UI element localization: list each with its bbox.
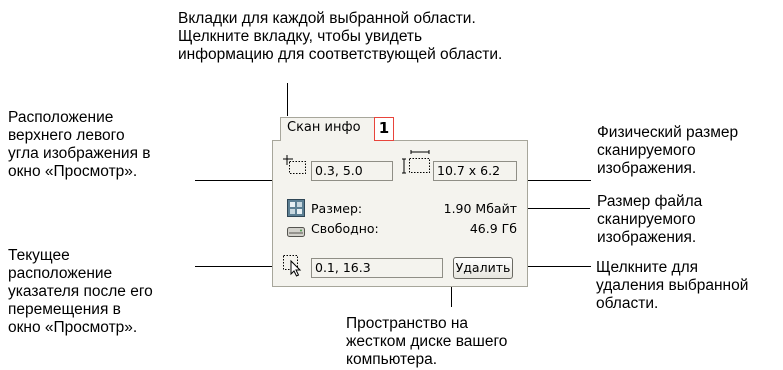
scan-info-panel: Скан инфо 1 0.3, 5.0 10.7 x 6.2 Размер: … [272, 117, 528, 287]
callout-line: Текущее [8, 247, 70, 264]
callout-size: Физический размер сканируемого изображен… [597, 124, 738, 178]
position-field: 0.3, 5.0 [311, 161, 393, 181]
pointer-field: 0.1, 16.3 [311, 258, 443, 278]
callout-line: сканируемого [597, 142, 696, 159]
free-space-amount: 46.9 Гб [469, 221, 517, 236]
size-value: 10.7 x 6.2 [437, 163, 501, 178]
callout-disk: Пространство на жестком диске вашего ком… [346, 315, 507, 369]
file-size-icon [287, 199, 305, 221]
callout-line: компьютера. [346, 351, 438, 368]
callout-pointer: Текущее расположение указателя после его… [8, 247, 153, 337]
callout-line: изображения. [597, 229, 697, 246]
connector-size [524, 180, 591, 181]
callout-line: перемещения в [8, 301, 121, 318]
callout-tabs: Вкладки для каждой выбранной области. Ще… [178, 10, 502, 64]
tab-scan-info[interactable]: Скан инфо [280, 117, 375, 141]
delete-button-label: Удалить [455, 260, 511, 275]
size-field: 10.7 x 6.2 [433, 161, 517, 181]
connector-filesize [522, 208, 590, 209]
callout-line: информацию для соответствующей области. [178, 46, 503, 63]
pointer-value: 0.1, 16.3 [315, 260, 371, 275]
callout-delete: Щелкните для удаления выбранной области. [596, 259, 748, 313]
callout-line: удаления выбранной [596, 277, 749, 294]
connector-pointer [195, 266, 275, 267]
callout-line: Щелкните для [596, 259, 699, 276]
free-space-label: Свободно: [311, 221, 379, 236]
callout-line: Вкладки для каждой выбранной области. [178, 10, 476, 27]
callout-line: расположение [8, 265, 113, 282]
file-size-label: Размер: [311, 201, 363, 216]
dimensions-icon [401, 149, 433, 179]
connector-tabs [287, 83, 288, 116]
callout-line: угла изображения в [8, 145, 151, 162]
pointer-position-icon [283, 255, 305, 281]
callout-line: указателя после его [8, 283, 153, 300]
callout-line: Физический размер [597, 124, 739, 141]
callout-line: изображения. [597, 160, 697, 177]
callout-line: верхнего левого [8, 127, 125, 144]
callout-line: Расположение [8, 109, 114, 126]
top-left-position-icon [283, 153, 307, 179]
tab-scan-info-label: Скан инфо [287, 120, 361, 135]
callout-line: Размер файла [597, 193, 703, 210]
hard-drive-icon [287, 223, 305, 242]
tab-area-1[interactable]: 1 [374, 117, 394, 141]
callout-line: жестком диске вашего [346, 333, 508, 350]
callout-line: Пространство на [346, 315, 469, 332]
callout-line: окно «Просмотр». [8, 163, 138, 180]
callout-position: Расположение верхнего левого угла изобра… [8, 109, 151, 181]
callout-line: Щелкните вкладку, чтобы увидеть [178, 28, 423, 45]
callout-line: сканируемого [597, 211, 696, 228]
callout-line: области. [596, 295, 659, 312]
connector-position [195, 180, 275, 181]
callout-line: окно «Просмотр». [8, 319, 138, 336]
position-value: 0.3, 5.0 [315, 163, 363, 178]
file-size-amount: 1.90 Мбайт [443, 201, 517, 216]
delete-button[interactable]: Удалить [453, 257, 513, 279]
callout-filesize: Размер файла сканируемого изображения. [597, 193, 702, 247]
tab-area-1-label: 1 [378, 119, 390, 137]
